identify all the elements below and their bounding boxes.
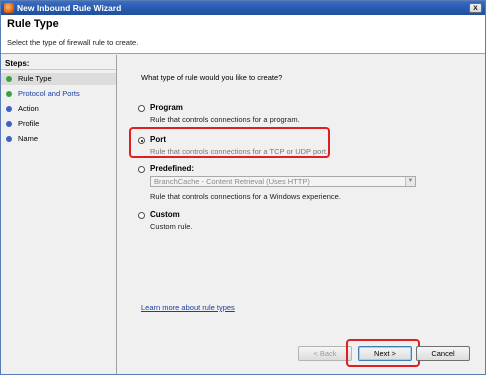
step-label: Profile <box>18 119 40 128</box>
rule-type-panel: What type of rule would you like to crea… <box>118 55 485 374</box>
option-label: Custom <box>150 210 180 219</box>
port-radio[interactable] <box>138 137 145 144</box>
select-value: BranchCache - Content Retrieval (Uses HT… <box>154 177 310 186</box>
step-label: Rule Type <box>18 74 52 83</box>
option-label: Port <box>150 135 166 144</box>
step-action: Action <box>1 103 116 115</box>
step-complete-icon <box>6 91 12 97</box>
step-profile: Profile <box>1 118 116 130</box>
predefined-rule-select: BranchCache - Content Retrieval (Uses HT… <box>150 176 416 187</box>
step-label: Name <box>18 134 39 143</box>
close-button[interactable]: x <box>469 3 482 13</box>
step-label: Protocol and Ports <box>18 89 80 98</box>
step-protocol-and-ports[interactable]: Protocol and Ports <box>1 88 116 100</box>
page-title: Rule Type <box>7 18 59 30</box>
window-title: New Inbound Rule Wizard <box>17 3 122 13</box>
program-radio[interactable] <box>138 105 145 112</box>
back-button[interactable]: < Back <box>298 346 352 361</box>
cancel-button[interactable]: Cancel <box>416 346 470 361</box>
option-label: Program <box>150 103 183 112</box>
step-pending-icon <box>6 121 12 127</box>
chevron-down-icon: ▼ <box>405 177 415 186</box>
step-name: Name <box>1 133 116 145</box>
step-pending-icon <box>6 106 12 112</box>
steps-divider <box>1 69 116 70</box>
next-button[interactable]: Next > <box>358 346 412 361</box>
option-description: Rule that controls connections for a Win… <box>150 192 341 201</box>
steps-pane: Steps: Rule Type Protocol and Ports Acti… <box>1 55 117 374</box>
step-rule-type[interactable]: Rule Type <box>1 73 116 85</box>
steps-title: Steps: <box>5 59 30 68</box>
title-bar[interactable]: New Inbound Rule Wizard x <box>1 1 485 15</box>
option-description: Rule that controls connections for a TCP… <box>150 147 329 156</box>
step-complete-icon <box>6 76 12 82</box>
wizard-header: Rule Type Select the type of firewall ru… <box>1 15 485 54</box>
firewall-icon <box>4 3 14 13</box>
option-description: Custom rule. <box>150 222 193 231</box>
option-label: Predefined: <box>150 164 195 173</box>
custom-radio[interactable] <box>138 212 145 219</box>
step-pending-icon <box>6 136 12 142</box>
learn-more-link[interactable]: Learn more about rule types <box>141 303 235 312</box>
predefined-radio[interactable] <box>138 166 145 173</box>
option-description: Rule that controls connections for a pro… <box>150 115 300 124</box>
step-label: Action <box>18 104 39 113</box>
wizard-window: New Inbound Rule Wizard x Rule Type Sele… <box>0 0 486 375</box>
page-subtitle: Select the type of firewall rule to crea… <box>7 38 139 47</box>
question-text: What type of rule would you like to crea… <box>141 73 283 82</box>
